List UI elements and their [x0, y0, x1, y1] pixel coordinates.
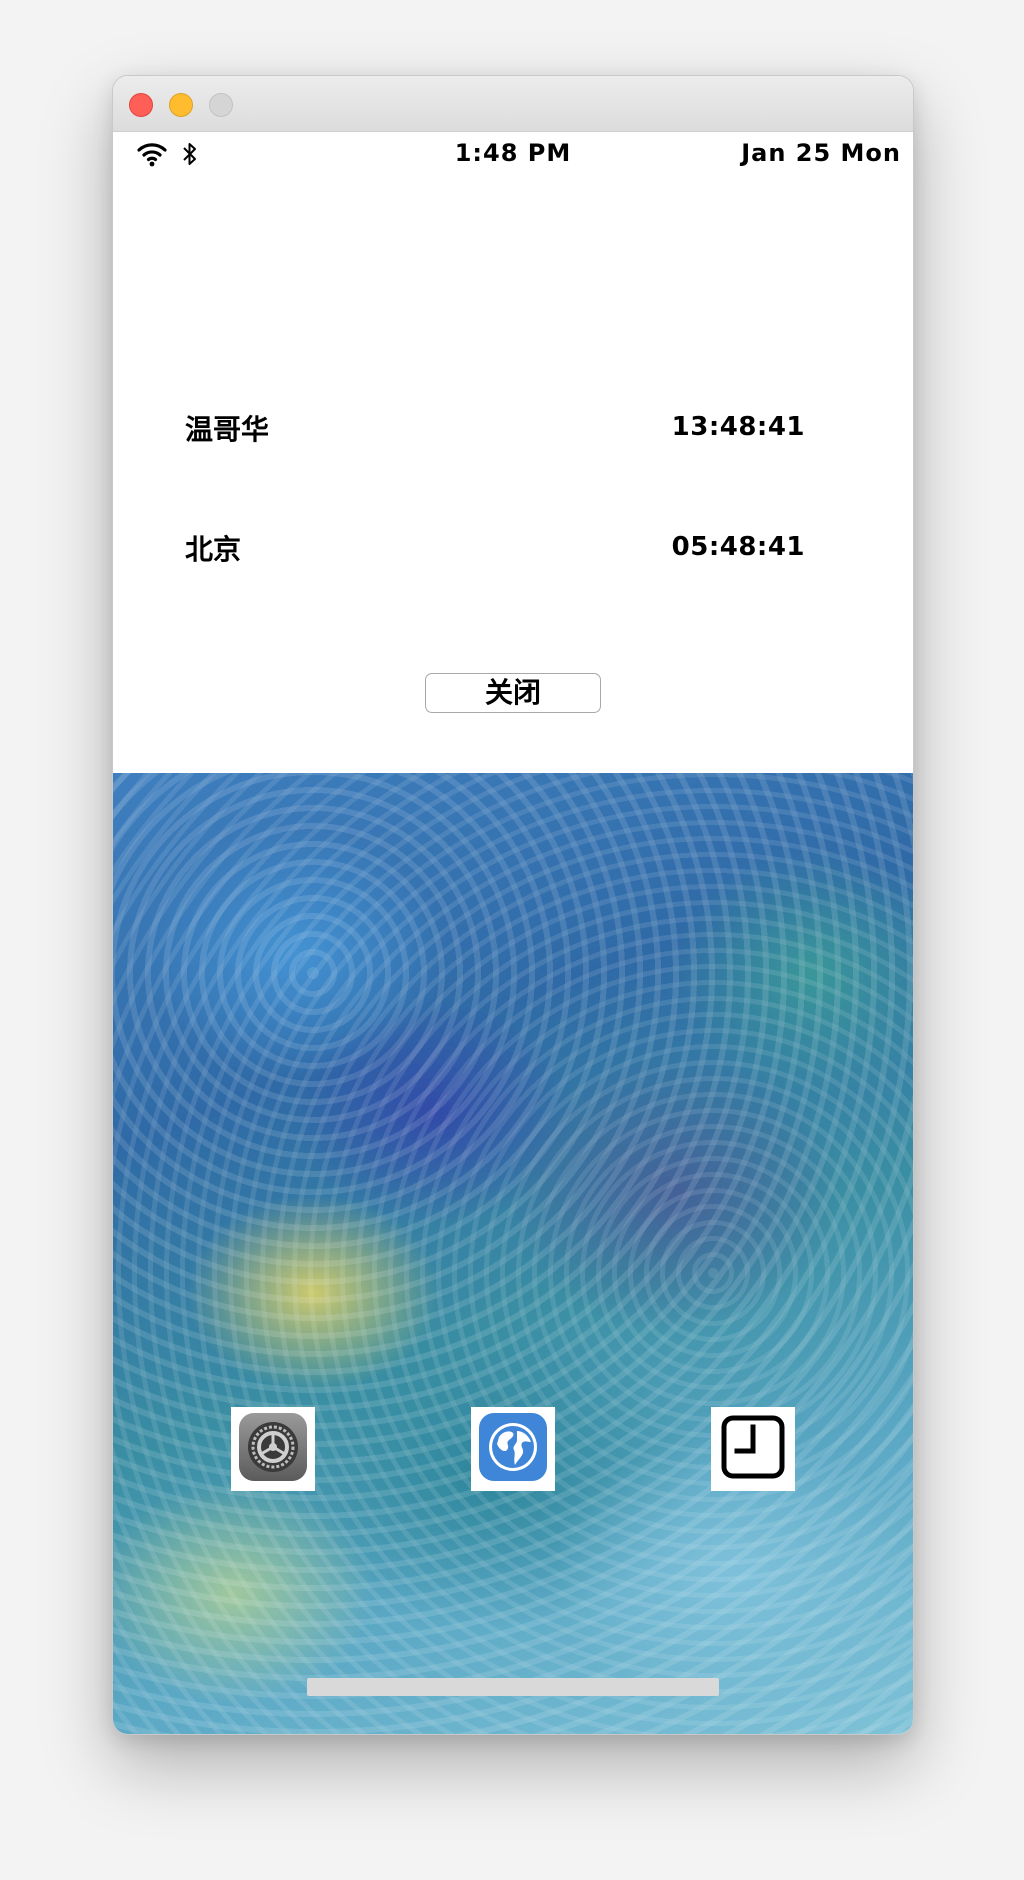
clock-app-icon[interactable] — [711, 1407, 795, 1491]
browser-app-icon[interactable] — [471, 1407, 555, 1491]
settings-icon — [237, 1411, 309, 1487]
close-window-button[interactable] — [129, 93, 153, 117]
status-date: Jan 25 Mon — [741, 139, 901, 167]
clock-icon — [717, 1411, 789, 1487]
home-indicator[interactable] — [307, 1678, 719, 1696]
clock-row-vancouver: 温哥华 13:48:41 — [185, 408, 805, 448]
zoom-window-button[interactable] — [209, 93, 233, 117]
city-time: 13:48:41 — [671, 412, 805, 442]
city-time: 05:48:41 — [671, 532, 805, 562]
close-button[interactable]: 关闭 — [425, 673, 601, 713]
minimize-window-button[interactable] — [169, 93, 193, 117]
clock-row-beijing: 北京 05:48:41 — [185, 528, 805, 568]
title-bar — [113, 76, 913, 132]
city-name: 温哥华 — [185, 413, 270, 446]
settings-app-icon[interactable] — [231, 1407, 315, 1491]
city-name: 北京 — [185, 533, 242, 566]
app-window: 1:48 PM Jan 25 Mon 温哥华 13:48:41 北京 05:48… — [112, 75, 914, 1735]
wallpaper-texture — [113, 773, 913, 1734]
status-bar: 1:48 PM Jan 25 Mon — [113, 132, 913, 172]
home-wallpaper — [113, 773, 913, 1734]
globe-icon — [477, 1411, 549, 1487]
world-clock-panel: 温哥华 13:48:41 北京 05:48:41 — [113, 172, 913, 718]
